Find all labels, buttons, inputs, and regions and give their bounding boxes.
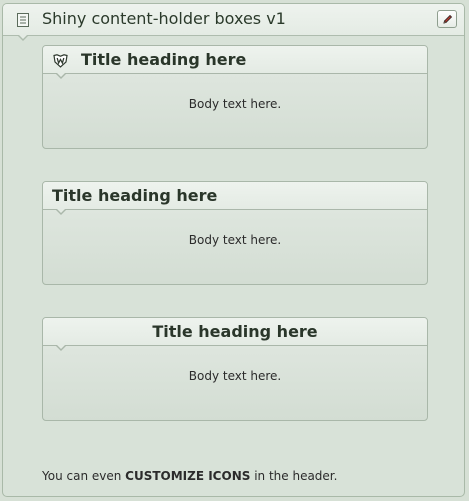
document-icon — [17, 12, 29, 27]
box-header-notch — [55, 344, 67, 351]
edit-button[interactable] — [437, 10, 457, 28]
panel-title: Shiny content-holder boxes v1 — [42, 9, 286, 28]
footer-note: You can even CUSTOMIZE ICONS in the head… — [42, 468, 337, 484]
box-header: Title heading here — [43, 182, 427, 210]
box-header-notch — [55, 208, 67, 215]
footer-suffix: in the header. — [250, 469, 338, 483]
panel-header-notch — [17, 34, 29, 41]
box-title: Title heading here — [52, 186, 218, 205]
box-header: Title heading here — [43, 318, 427, 346]
content-box-2: Title heading here Body text here. — [42, 181, 428, 285]
content-box-3: Title heading here Body text here. — [42, 317, 428, 421]
box-header: Title heading here — [43, 46, 427, 74]
badge-icon — [53, 53, 68, 68]
content-box-1: Title heading here Body text here. — [42, 45, 428, 149]
box-title: Title heading here — [152, 322, 318, 341]
footer-emphasis: CUSTOMIZE ICONS — [125, 469, 251, 483]
content-panel: Shiny content-holder boxes v1 Title head… — [2, 3, 465, 497]
pencil-icon — [443, 14, 453, 24]
panel-header: Shiny content-holder boxes v1 — [3, 4, 464, 36]
footer-prefix: You can even — [42, 469, 126, 483]
box-body-text: Body text here. — [188, 233, 282, 247]
box-body-text: Body text here. — [188, 369, 282, 383]
box-body-text: Body text here. — [188, 97, 282, 111]
box-title: Title heading here — [81, 50, 247, 69]
box-header-notch — [55, 72, 67, 79]
